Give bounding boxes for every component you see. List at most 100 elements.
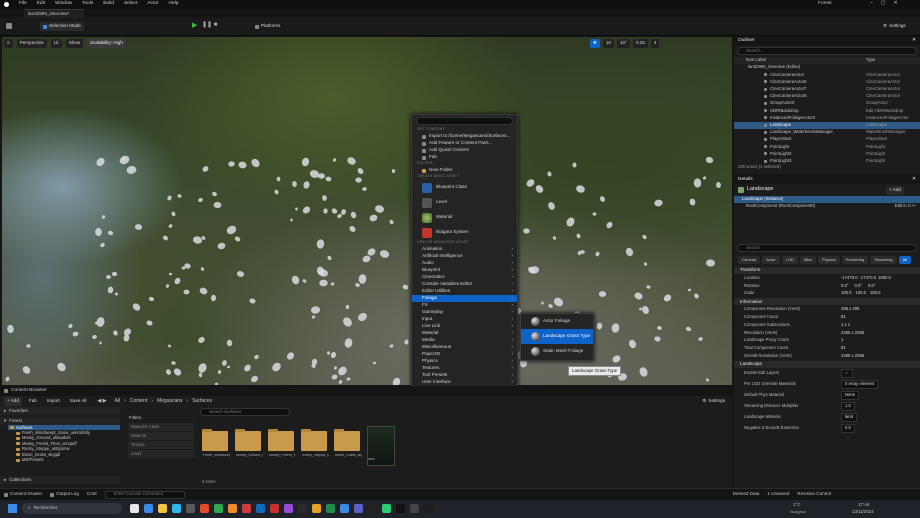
content-browser-tab[interactable]: Content Browser bbox=[0, 386, 732, 396]
taskbar-search-input[interactable]: ⌕ Rechercher bbox=[22, 503, 122, 514]
details-tab[interactable]: Rendering bbox=[841, 256, 869, 264]
menu-build[interactable]: Build bbox=[103, 1, 114, 7]
menu-fab[interactable]: Fab bbox=[412, 154, 517, 161]
context-search-input[interactable] bbox=[416, 117, 513, 125]
taskbar-app-icon[interactable] bbox=[396, 504, 405, 513]
taskbar-app-icon[interactable] bbox=[200, 504, 209, 513]
menu-advanced-item[interactable]: Editor Utilities › bbox=[412, 288, 517, 295]
taskbar-app-icon[interactable] bbox=[256, 504, 265, 513]
console-input[interactable]: Enter Console Command bbox=[104, 490, 185, 499]
camera-speed-button[interactable]: 4 bbox=[650, 39, 660, 48]
edit-in-cpp-link[interactable]: Edit in C++ bbox=[895, 204, 916, 209]
menu-advanced-item[interactable]: Animation › bbox=[412, 246, 517, 253]
collections-header[interactable]: ▸ Collections bbox=[0, 476, 120, 484]
menu-advanced-item[interactable]: Physics › bbox=[412, 358, 517, 365]
menu-advanced-item[interactable]: Foliage › bbox=[412, 295, 517, 302]
platforms-button[interactable]: Platforms bbox=[252, 22, 283, 31]
filter-item[interactable]: Texture bbox=[128, 441, 194, 449]
menu-edit[interactable]: Edit bbox=[37, 1, 45, 7]
save-icon[interactable] bbox=[6, 23, 12, 29]
content-drawer-button[interactable]: Content Drawer bbox=[4, 492, 42, 497]
taskbar-app-icon[interactable] bbox=[424, 504, 433, 513]
menu-advanced-item[interactable]: Console Variables Editor › bbox=[412, 281, 517, 288]
path-segment[interactable]: Megascans bbox=[157, 399, 183, 404]
menu-advanced-item[interactable]: Cinematics › bbox=[412, 274, 517, 281]
property-value[interactable]: 0.0 bbox=[841, 424, 855, 433]
details-tab[interactable]: General bbox=[738, 256, 761, 264]
taskbar-app-icon[interactable] bbox=[214, 504, 223, 513]
menu-landscape-grass-type[interactable]: Landscape Grass Type bbox=[521, 329, 593, 344]
taskbar-app-icon[interactable] bbox=[410, 504, 419, 513]
taskbar-app-icon[interactable] bbox=[242, 504, 251, 513]
outliner-row[interactable]: GroupActor0 GroupActor bbox=[734, 100, 920, 107]
back-arrow-icon[interactable]: ◀ ▶ bbox=[97, 399, 106, 404]
taskbar-app-icon[interactable] bbox=[382, 504, 391, 513]
menu-advanced-item[interactable]: User Interface › bbox=[412, 379, 517, 386]
details-tab[interactable]: LOD bbox=[781, 256, 798, 264]
taskbar-app-icon[interactable] bbox=[326, 504, 335, 513]
menu-advanced-item[interactable]: Audio › bbox=[412, 260, 517, 267]
asset-tile[interactable]: Mossy_Ground_ukkaab2e bbox=[235, 426, 263, 472]
close-icon[interactable]: ✕ bbox=[912, 177, 916, 183]
menu-actor[interactable]: Actor bbox=[147, 1, 158, 7]
clock-time[interactable]: 17:44 bbox=[858, 502, 870, 508]
angle-snap-button[interactable]: 10° bbox=[616, 39, 630, 48]
property-value[interactable]: ✓ bbox=[841, 369, 853, 378]
menu-import[interactable]: Import to /Game/Megascans/Surfaces... bbox=[412, 133, 517, 140]
col-item-label[interactable]: Item Label bbox=[746, 58, 766, 63]
details-search-input[interactable]: Search bbox=[737, 244, 917, 252]
menu-advanced-item[interactable]: Live Link › bbox=[412, 323, 517, 330]
outliner-row[interactable]: CineCameraActor6 CineCameraActor bbox=[734, 78, 920, 85]
transform-mode-button[interactable]: ✥ bbox=[590, 39, 600, 48]
taskbar-app-icon[interactable] bbox=[172, 504, 181, 513]
filter-item[interactable]: Level bbox=[128, 450, 194, 458]
taskbar-app-icon[interactable] bbox=[312, 504, 321, 513]
menu-advanced-item[interactable]: Material › bbox=[412, 330, 517, 337]
filters-header[interactable]: Filters bbox=[126, 414, 196, 422]
menu-add-feature-pack[interactable]: Add Feature or Content Pack... bbox=[412, 140, 517, 147]
location-values[interactable]: -17470.0 -17470.0 1000.0 bbox=[841, 275, 891, 280]
menu-file[interactable]: File bbox=[19, 1, 27, 7]
outliner-root[interactable]: land2999_interview (Editor) bbox=[734, 64, 920, 71]
settings-button[interactable]: ⚙ Settings bbox=[880, 22, 909, 31]
close-icon[interactable]: ✕ bbox=[912, 38, 916, 44]
menu-advanced-item[interactable]: Textures › bbox=[412, 365, 517, 372]
menu-window[interactable]: Window bbox=[55, 1, 72, 7]
outliner-row[interactable]: InstancedFoliageActor0 InstancedFoliageAc… bbox=[734, 114, 920, 121]
revision-control-button[interactable]: Revision Control bbox=[797, 492, 831, 497]
property-value[interactable]: 0 Array element bbox=[841, 380, 879, 389]
path-segment[interactable]: All bbox=[115, 399, 121, 404]
taskbar-app-icon[interactable] bbox=[368, 504, 377, 513]
details-tab[interactable]: All bbox=[898, 256, 911, 264]
unsaved-button[interactable]: 1 Unsaved bbox=[767, 492, 789, 497]
project-tab[interactable]: land2999_interview* bbox=[24, 9, 84, 18]
level-viewport[interactable] bbox=[2, 37, 732, 385]
asset-tile[interactable]: Fresh_Windswept_Snow_ bbox=[202, 426, 230, 472]
menu-niagara-system[interactable]: Niagara System bbox=[412, 225, 517, 240]
viewport-options-button[interactable]: ≡ bbox=[4, 39, 13, 48]
outliner-row[interactable]: PlayerStart PlayerStart bbox=[734, 136, 920, 143]
menu-select[interactable]: Select bbox=[124, 1, 137, 7]
taskbar-app-icon[interactable] bbox=[340, 504, 349, 513]
outliner-row[interactable]: CineCameraActor CineCameraActor bbox=[734, 71, 920, 78]
cb-save-all-button[interactable]: Save All bbox=[67, 397, 90, 406]
outliner-row[interactable]: CineCameraActor7 CineCameraActor bbox=[734, 86, 920, 93]
cb-import-button[interactable]: Import bbox=[44, 397, 63, 406]
windows-start-icon[interactable] bbox=[8, 504, 17, 513]
grid-snap-button[interactable]: 10 bbox=[602, 39, 614, 48]
section-transform[interactable]: Transform bbox=[734, 267, 920, 274]
details-tab[interactable]: Actor bbox=[762, 256, 780, 264]
favorites-header[interactable]: ▸ Favorites bbox=[0, 407, 120, 415]
derived-data-button[interactable]: Derived Data bbox=[733, 492, 760, 497]
selection-mode-button[interactable]: Selection Mode bbox=[40, 22, 84, 31]
property-value[interactable]: land bbox=[841, 413, 857, 422]
play-options-icon[interactable]: ❚❚ ■ bbox=[202, 22, 217, 28]
lit-button[interactable]: Lit bbox=[50, 39, 62, 48]
details-tab[interactable]: Streaming bbox=[870, 256, 897, 264]
menu-material[interactable]: Material bbox=[412, 210, 517, 225]
menu-actor-foliage[interactable]: Actor Foliage bbox=[521, 314, 593, 329]
menu-new-folder[interactable]: New Folder bbox=[412, 167, 517, 174]
cb-search-input[interactable]: Search Surfaces bbox=[200, 408, 290, 416]
show-button[interactable]: Show bbox=[65, 39, 84, 48]
taskbar-app-icon[interactable] bbox=[298, 504, 307, 513]
